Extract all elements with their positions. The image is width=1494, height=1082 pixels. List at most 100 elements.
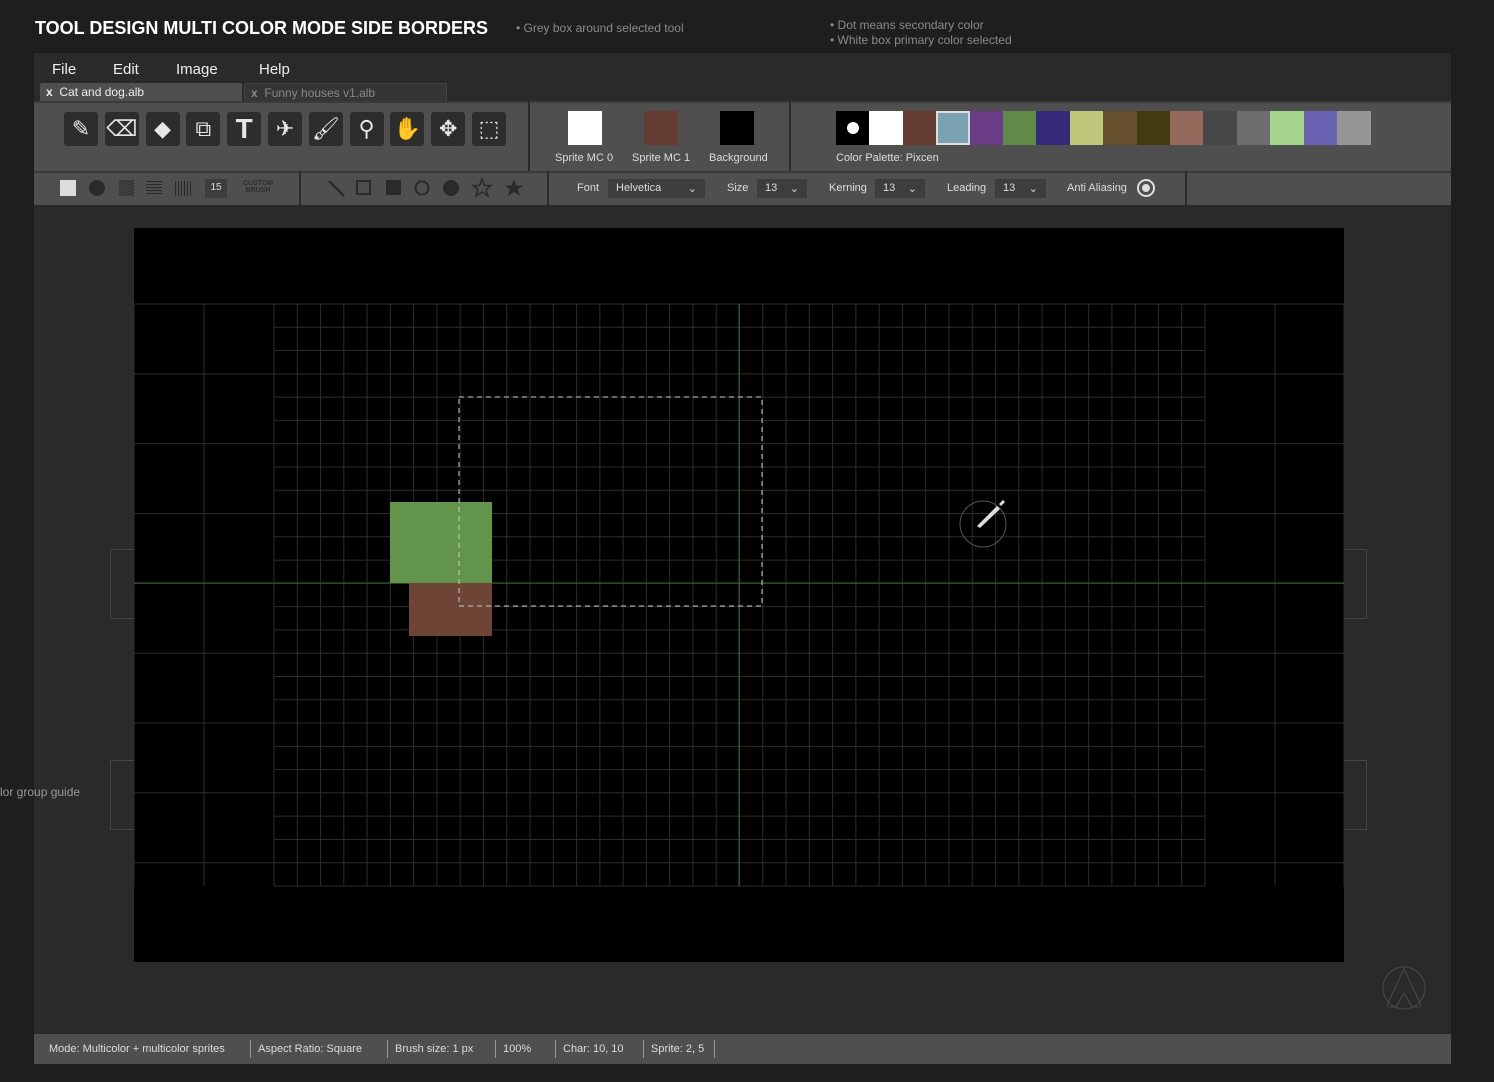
status-item: 100% [503,1043,532,1055]
status-bar [34,1034,1451,1064]
marquee-select-icon: ⬚ [478,116,500,141]
circle-filled-icon [443,180,459,196]
eraser-icon: ⌫ [106,116,138,141]
kerning-select[interactable]: 13 ⌄ [875,179,925,198]
drawing-canvas[interactable] [134,228,1344,962]
leading-label: Leading [947,182,987,194]
kerning-label: Kerning [829,182,867,194]
move-icon: ✥ [438,116,458,141]
fill-bucket-icon: ◆ [154,116,172,141]
status-separator [643,1040,644,1058]
size-select[interactable]: 13 ⌄ [757,179,807,198]
hand-icon: ✋ [393,116,422,141]
guide-note: lor group guide [0,785,81,799]
sprite-mc0-swatch[interactable] [568,111,602,145]
marquee-select-tool-button[interactable]: ⬚ [472,112,506,146]
palette-swatch[interactable] [936,111,971,145]
spray-icon: ✈ [275,116,295,141]
menu-edit[interactable]: Edit [113,61,139,78]
page-title: TOOL DESIGN MULTI COLOR MODE SIDE BORDER… [35,18,489,38]
horizontal-lines-brush-icon[interactable] [146,180,162,196]
background-swatch[interactable] [720,111,754,145]
text-tool-button[interactable]: T [227,112,262,146]
palette-swatch[interactable] [969,111,1004,145]
border-guide [1343,549,1367,619]
palette-swatch[interactable] [836,111,870,145]
square-brush-icon[interactable] [60,180,76,196]
tab-cat-and-dog[interactable]: x Cat and dog.alb [40,83,242,102]
palette-swatch[interactable] [1036,111,1071,145]
status-separator [495,1040,496,1058]
star-filled-icon [505,179,523,196]
menu-file[interactable]: File [52,61,76,78]
status-separator [714,1040,715,1058]
palette-swatch[interactable] [1103,111,1138,145]
status-separator [555,1040,556,1058]
menu-help[interactable]: Help [259,61,290,78]
size-value: 13 [765,182,778,194]
tab-funny-houses[interactable]: x Funny houses v1.alb [244,83,447,102]
brush-size-field[interactable]: 15 [205,179,227,198]
brush-icon: 🖌 [311,116,340,141]
note: Dot means secondary color [830,18,984,32]
app-logo [1382,966,1426,1010]
rectangle-outline-icon [356,180,371,195]
shapes-icon: ⧉ [195,116,212,141]
sprite-mc0-label: Sprite MC 0 [555,152,614,164]
tab-label: Funny houses v1.alb [264,86,376,100]
status-separator [387,1040,388,1058]
menu-image[interactable]: Image [176,61,218,78]
secondary-color-dot [847,122,859,134]
brown-pixel-block [409,583,492,636]
move-tool-button[interactable]: ✥ [431,112,466,146]
eraser-tool-button[interactable]: ⌫ [104,112,139,146]
status-item: Aspect Ratio: Square [258,1043,362,1055]
palette-swatch[interactable] [869,111,904,145]
status-separator [250,1040,251,1058]
circle-outline-icon [414,180,430,196]
eyedropper-icon: ⚲ [358,116,375,141]
hand-tool-button[interactable]: ✋ [390,112,425,146]
close-tab-icon[interactable]: x [251,86,258,100]
sprite-mc1-swatch[interactable] [644,111,678,145]
palette-swatch[interactable] [1170,111,1204,145]
chevron-down-icon: ⌄ [687,183,697,195]
palette-swatch[interactable] [1270,111,1305,145]
empty-panel [1187,171,1451,205]
pencil-icon: ✎ [71,116,91,141]
fill-bucket-tool-button[interactable]: ◆ [145,112,180,146]
note: Grey box around selected tool [516,21,684,35]
palette-swatch[interactable] [1203,111,1238,145]
brush-tool-button[interactable]: 🖌 [308,112,343,146]
palette-swatch[interactable] [1337,111,1371,145]
palette-label: Color Palette: Pixcen [836,152,939,164]
custom-brush-button[interactable]: CUSTOM BRUSH [240,180,276,194]
tab-label: Cat and dog.alb [59,85,145,99]
anti-aliasing-toggle[interactable] [1137,179,1155,197]
palette-swatch[interactable] [1303,111,1338,145]
close-tab-icon[interactable]: x [46,85,53,99]
vertical-lines-brush-icon[interactable] [175,180,191,196]
leading-select[interactable]: 13 ⌄ [995,179,1046,198]
palette-swatch[interactable] [1003,111,1037,145]
eyedropper-tool-button[interactable]: ⚲ [349,112,384,146]
star-outline-icon [470,176,494,198]
spray-tool-button[interactable]: ✈ [268,112,302,146]
background-label: Background [709,152,768,164]
chevron-down-icon: ⌄ [907,183,917,195]
circle-brush-icon[interactable] [89,180,105,196]
rectangle-filled-icon [386,180,401,195]
kerning-value: 13 [883,182,896,194]
dither-brush-icon[interactable] [118,180,134,196]
font-select[interactable]: Helvetica ⌄ [608,179,705,198]
palette-swatch[interactable] [1236,111,1271,145]
border-guide [110,760,134,830]
shapes-tool-button[interactable]: ⧉ [186,112,221,146]
border-guide [1343,760,1367,830]
palette-swatch[interactable] [1069,111,1104,145]
pencil-tool-button[interactable]: ✎ [64,112,98,146]
font-label: Font [577,182,600,194]
palette-swatch[interactable] [902,111,937,145]
status-item: Char: 10, 10 [563,1043,624,1055]
palette-swatch[interactable] [1136,111,1171,145]
